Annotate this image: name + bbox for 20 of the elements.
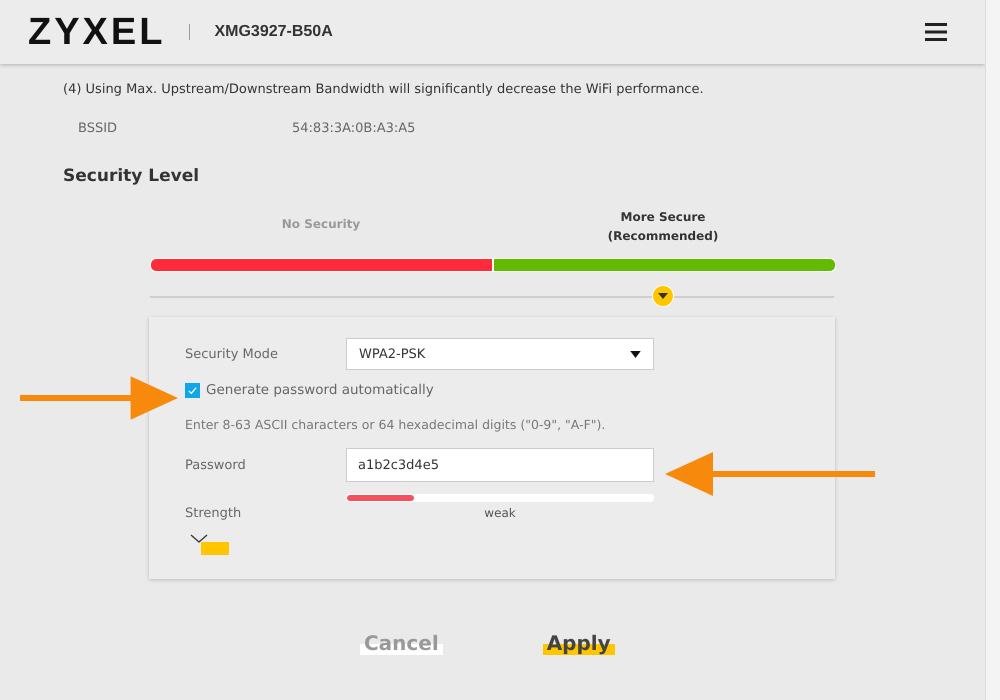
- field-label: Security Mode: [185, 346, 279, 362]
- hint-text: Enter 8-63 ASCII characters or 64 hexadecimal digits ("0-9", "A-F").: [185, 417, 606, 432]
- password-field[interactable]: a1b2c3d4e5: [346, 448, 654, 482]
- note-text: (4) Using Max. Upstream/Downstream Bandwidth will significantly decrease the WiFi performance.: [63, 82, 705, 97]
- field-label: Password: [185, 458, 247, 472]
- field-value: 54:83:3A:0B:A3:A5: [292, 121, 416, 136]
- checkbox-label: Generate password automatically: [206, 382, 434, 398]
- section-title: Security Level: [63, 166, 200, 186]
- field-label: Strength: [185, 505, 242, 521]
- field-label: BSSID: [78, 121, 118, 136]
- level-handle[interactable]: [652, 285, 674, 307]
- logo[interactable]: ZYXEL: [28, 10, 166, 54]
- security-mode-dropdown[interactable]: WPA2-PSK: [346, 338, 654, 370]
- chevron-icon[interactable]: [189, 533, 229, 555]
- menu-icon[interactable]: [925, 23, 947, 41]
- strength-reading: weak: [484, 506, 516, 520]
- level-label[interactable]: More Secure (Recommended): [492, 208, 834, 246]
- caret-icon: [630, 350, 641, 358]
- model-name: XMG3927-B50A: [214, 23, 333, 41]
- checkbox[interactable]: [185, 382, 200, 398]
